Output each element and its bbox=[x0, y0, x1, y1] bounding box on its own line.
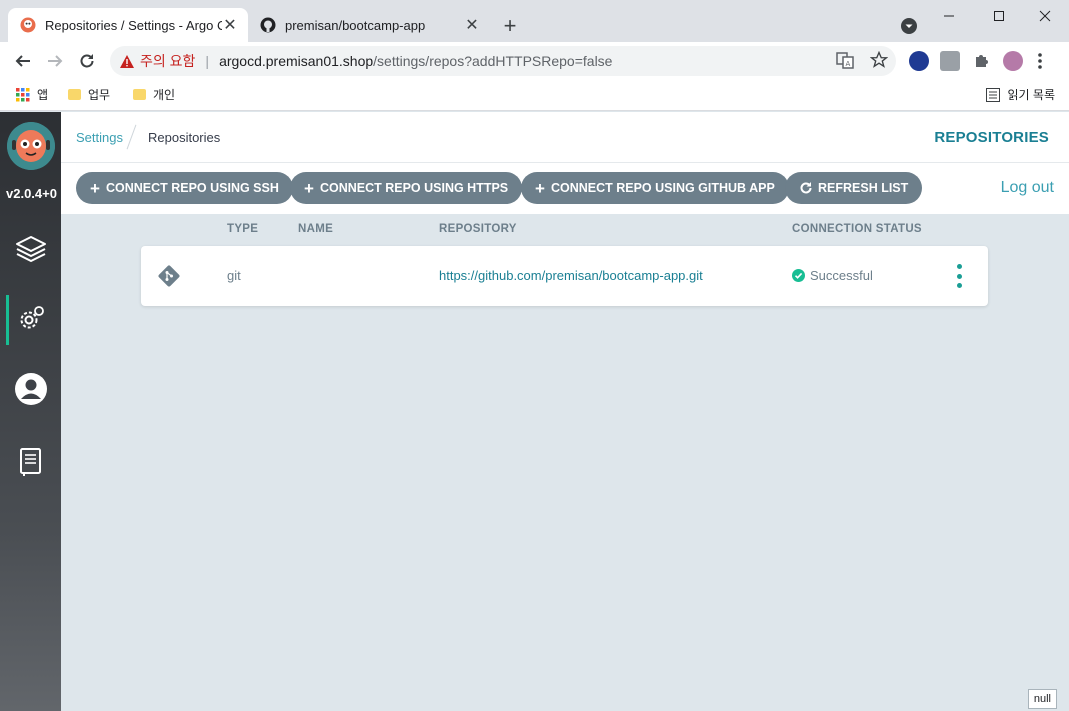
table-row[interactable]: git https://github.com/premisan/bootcamp… bbox=[141, 246, 988, 306]
close-window-icon[interactable] bbox=[1025, 4, 1065, 28]
version-label: v2.0.4+0 bbox=[6, 186, 57, 201]
bookmark-personal[interactable]: 개인 bbox=[133, 86, 175, 103]
status-badge: Successful bbox=[792, 268, 873, 283]
git-icon bbox=[158, 265, 180, 287]
connect-https-button[interactable]: + CONNECT REPO USING HTTPS bbox=[290, 172, 523, 204]
reading-list-icon bbox=[985, 87, 1000, 102]
bookmark-label: 앱 bbox=[37, 88, 49, 102]
breadcrumb-separator bbox=[126, 124, 137, 150]
null-badge: null bbox=[1027, 689, 1057, 709]
plus-icon: + bbox=[304, 178, 314, 198]
refresh-icon bbox=[800, 182, 812, 194]
sidebar: v2.0.4+0 bbox=[0, 112, 61, 711]
reading-list-button[interactable]: 읽기 목록 bbox=[985, 86, 1056, 103]
column-header-connection-status: CONNECTION STATUS bbox=[792, 223, 922, 235]
bookmark-label: 업무 bbox=[88, 88, 111, 102]
browser-toolbar: 주의 요함 | argocd.premisan01.shop/settings/… bbox=[0, 42, 1069, 80]
close-tab-icon[interactable]: ✕ bbox=[222, 17, 238, 34]
browser-tabbar: Repositories / Settings - Argo CD ✕ prem… bbox=[0, 0, 1069, 42]
folder-icon bbox=[68, 89, 81, 100]
layers-icon bbox=[16, 236, 46, 262]
bookmark-apps[interactable]: 앱 bbox=[16, 86, 48, 103]
close-tab-icon[interactable]: ✕ bbox=[464, 17, 480, 34]
plus-icon: + bbox=[535, 178, 545, 198]
button-label: CONNECT REPO USING HTTPS bbox=[319, 181, 509, 195]
logout-link[interactable]: Log out bbox=[1001, 179, 1054, 197]
sidebar-item-applications[interactable] bbox=[14, 232, 48, 266]
github-icon bbox=[260, 17, 276, 33]
puzzle-extensions-icon[interactable] bbox=[972, 51, 992, 71]
status-label: Successful bbox=[810, 268, 873, 283]
svg-text:A: A bbox=[846, 60, 851, 68]
avatar[interactable] bbox=[1003, 51, 1023, 71]
bookmarks-bar: 앱 업무 개인 읽기 목록 bbox=[0, 80, 1069, 111]
translate-icon[interactable]: A bbox=[836, 51, 854, 69]
argo-logo[interactable] bbox=[7, 122, 55, 170]
connect-ssh-button[interactable]: + CONNECT REPO USING SSH bbox=[76, 172, 293, 204]
reading-list-label: 읽기 목록 bbox=[1007, 88, 1056, 102]
argo-octopus-icon bbox=[7, 122, 55, 170]
repositories-list: TYPE NAME REPOSITORY CONNECTION STATUS g… bbox=[61, 214, 1069, 711]
kebab-menu-icon[interactable] bbox=[1037, 51, 1047, 71]
back-arrow-icon[interactable] bbox=[12, 50, 34, 72]
breadcrumb-current: Repositories bbox=[148, 130, 221, 145]
tab-search-icon[interactable] bbox=[900, 17, 918, 35]
url-host: argocd.premisan01.shop bbox=[219, 53, 374, 69]
maximize-icon[interactable] bbox=[979, 4, 1019, 28]
check-circle-icon bbox=[792, 269, 805, 282]
security-warning-label: 주의 요함 bbox=[140, 53, 196, 69]
action-bar: + CONNECT REPO USING SSH + CONNECT REPO … bbox=[61, 163, 1069, 214]
tab-title: premisan/bootcamp-app bbox=[285, 17, 426, 33]
repo-type: git bbox=[227, 268, 241, 283]
gear-icon bbox=[20, 306, 44, 329]
book-icon bbox=[20, 448, 41, 476]
column-header-name: NAME bbox=[298, 223, 334, 235]
sidebar-item-documentation[interactable] bbox=[14, 445, 48, 479]
forward-arrow-icon[interactable] bbox=[44, 50, 66, 72]
profile-extension-icon[interactable] bbox=[940, 51, 960, 71]
page-title: REPOSITORIES bbox=[934, 129, 1049, 146]
sidebar-item-settings[interactable] bbox=[14, 302, 48, 336]
url-path: /settings/repos?addHTTPSRepo=false bbox=[373, 53, 613, 69]
top-bar: Settings Repositories REPOSITORIES bbox=[61, 112, 1069, 163]
star-bookmark-icon[interactable] bbox=[870, 51, 888, 69]
button-label: CONNECT REPO USING SSH bbox=[105, 181, 279, 195]
folder-icon bbox=[133, 89, 146, 100]
connect-github-app-button[interactable]: + CONNECT REPO USING GITHUB APP bbox=[521, 172, 789, 204]
warning-triangle-icon bbox=[120, 54, 134, 68]
active-nav-indicator bbox=[6, 295, 9, 345]
address-bar[interactable]: 주의 요함 | argocd.premisan01.shop/settings/… bbox=[110, 46, 896, 76]
refresh-list-button[interactable]: REFRESH LIST bbox=[785, 172, 923, 204]
ip-extension-icon[interactable] bbox=[909, 51, 929, 71]
tab-github[interactable]: premisan/bootcamp-app ✕ bbox=[250, 8, 490, 42]
column-header-repository: REPOSITORY bbox=[439, 223, 517, 235]
user-icon bbox=[15, 373, 47, 405]
repo-url-link[interactable]: https://github.com/premisan/bootcamp-app… bbox=[439, 268, 703, 283]
reload-icon[interactable] bbox=[76, 50, 98, 72]
button-label: REFRESH LIST bbox=[818, 181, 909, 195]
tab-title: Repositories / Settings - Argo CD bbox=[45, 17, 222, 33]
main-content: Settings Repositories REPOSITORIES + CON… bbox=[61, 112, 1069, 711]
argo-favicon-icon bbox=[20, 17, 36, 33]
column-header-type: TYPE bbox=[227, 223, 259, 235]
minimize-icon[interactable] bbox=[929, 4, 969, 28]
bookmark-label: 개인 bbox=[153, 88, 176, 102]
new-tab-button[interactable]: + bbox=[497, 13, 523, 39]
button-label: CONNECT REPO USING GITHUB APP bbox=[550, 181, 775, 195]
breadcrumb-settings[interactable]: Settings bbox=[76, 130, 123, 145]
row-actions-kebab-icon[interactable] bbox=[955, 264, 963, 288]
apps-grid-icon bbox=[16, 87, 30, 101]
tab-argocd[interactable]: Repositories / Settings - Argo CD ✕ bbox=[8, 8, 248, 42]
sidebar-item-user-info[interactable] bbox=[14, 372, 48, 406]
plus-icon: + bbox=[90, 178, 100, 198]
bookmark-work[interactable]: 업무 bbox=[68, 86, 110, 103]
